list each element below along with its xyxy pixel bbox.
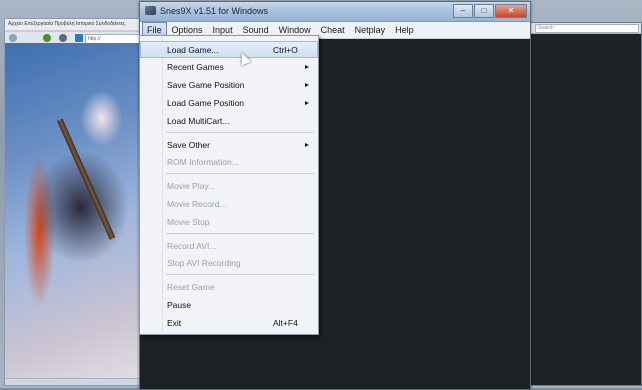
menu-item-label: Save Other: [167, 140, 210, 150]
snes9x-app-icon[interactable]: [145, 6, 156, 15]
menu-item-load-game[interactable]: Load Game... Ctrl+O: [140, 41, 318, 58]
menu-item-shortcut: Ctrl+O: [273, 45, 298, 55]
home-icon[interactable]: [75, 34, 83, 42]
sword-illustration: [57, 118, 116, 240]
menu-cheat[interactable]: Cheat: [316, 23, 350, 37]
menu-separator: [166, 233, 314, 234]
menu-item-shortcut: Alt+F4: [273, 318, 298, 328]
submenu-arrow-icon: [305, 101, 309, 105]
submenu-arrow-icon: [305, 83, 309, 87]
menu-separator: [166, 132, 314, 133]
menu-item-movie-play[interactable]: Movie Play...: [141, 178, 317, 194]
menu-item-label: Record AVI...: [167, 241, 217, 251]
menu-item-label: ROM Information...: [167, 157, 239, 167]
menu-item-load-multicart[interactable]: Load MultiCart...: [141, 113, 317, 129]
minimize-button[interactable]: –: [453, 4, 473, 18]
menu-item-recent-games[interactable]: Recent Games: [141, 59, 317, 75]
back-icon[interactable]: [9, 34, 17, 42]
menu-item-label: Stop AVI Recording: [167, 258, 241, 268]
window-title: Snes9X v1.51 for Windows: [160, 6, 269, 16]
submenu-arrow-icon: [305, 143, 309, 147]
menu-item-movie-stop[interactable]: Movie Stop: [141, 214, 317, 230]
right-window-toolbar: Search: [529, 23, 641, 34]
window-controls: – □ ✕: [452, 4, 527, 18]
menu-item-label: Recent Games: [167, 62, 224, 72]
menu-item-label: Reset Game: [167, 282, 215, 292]
menu-item-label: Pause: [167, 300, 192, 310]
menu-item-rom-information[interactable]: ROM Information...: [141, 154, 317, 170]
background-right-window: Search: [528, 22, 642, 386]
close-button[interactable]: ✕: [495, 4, 527, 18]
menu-item-label: Movie Record...: [167, 199, 227, 209]
menu-item-reset-game[interactable]: Reset Game: [141, 279, 317, 295]
browser-menubar: Αρχείο Επεξεργασία Προβολή Ιστορικό Σελι…: [5, 19, 143, 31]
menu-item-label: Save Game Position: [167, 80, 245, 90]
menu-separator: [166, 173, 314, 174]
menu-item-stop-avi-recording[interactable]: Stop AVI Recording: [141, 255, 317, 271]
menu-netplay[interactable]: Netplay: [350, 23, 391, 37]
menu-item-label: Exit: [167, 318, 182, 328]
menu-item-pause[interactable]: Pause: [141, 297, 317, 313]
menu-item-save-game-position[interactable]: Save Game Position: [141, 77, 317, 93]
menu-help[interactable]: Help: [390, 23, 419, 37]
menu-separator: [166, 274, 314, 275]
maximize-button[interactable]: □: [474, 4, 494, 18]
menu-item-save-other[interactable]: Save Other: [141, 137, 317, 153]
browser-statusbar: [5, 378, 143, 385]
menu-item-load-game-position[interactable]: Load Game Position: [141, 95, 317, 111]
menu-item-label: Load Game...: [167, 45, 219, 55]
title-bar[interactable]: Snes9X v1.51 for Windows – □ ✕: [140, 2, 530, 22]
submenu-arrow-icon: [305, 65, 309, 69]
file-menu-dropdown: Load Game... Ctrl+O Recent Games Save Ga…: [139, 35, 319, 335]
menu-item-label: Movie Stop: [167, 217, 210, 227]
menu-item-label: Load MultiCart...: [167, 116, 230, 126]
menu-item-label: Load Game Position: [167, 98, 245, 108]
refresh-icon[interactable]: [43, 34, 51, 42]
menu-item-movie-record[interactable]: Movie Record...: [141, 196, 317, 212]
stop-icon[interactable]: [59, 34, 67, 42]
menu-item-exit[interactable]: Exit Alt+F4: [141, 315, 317, 331]
menu-item-label: Movie Play...: [167, 181, 216, 191]
search-input[interactable]: Search: [535, 24, 639, 33]
menu-item-record-avi[interactable]: Record AVI...: [141, 238, 317, 254]
background-browser-window: Αρχείο Επεξεργασία Προβολή Ιστορικό Σελι…: [4, 18, 144, 386]
wallpaper-artwork: [5, 43, 143, 385]
